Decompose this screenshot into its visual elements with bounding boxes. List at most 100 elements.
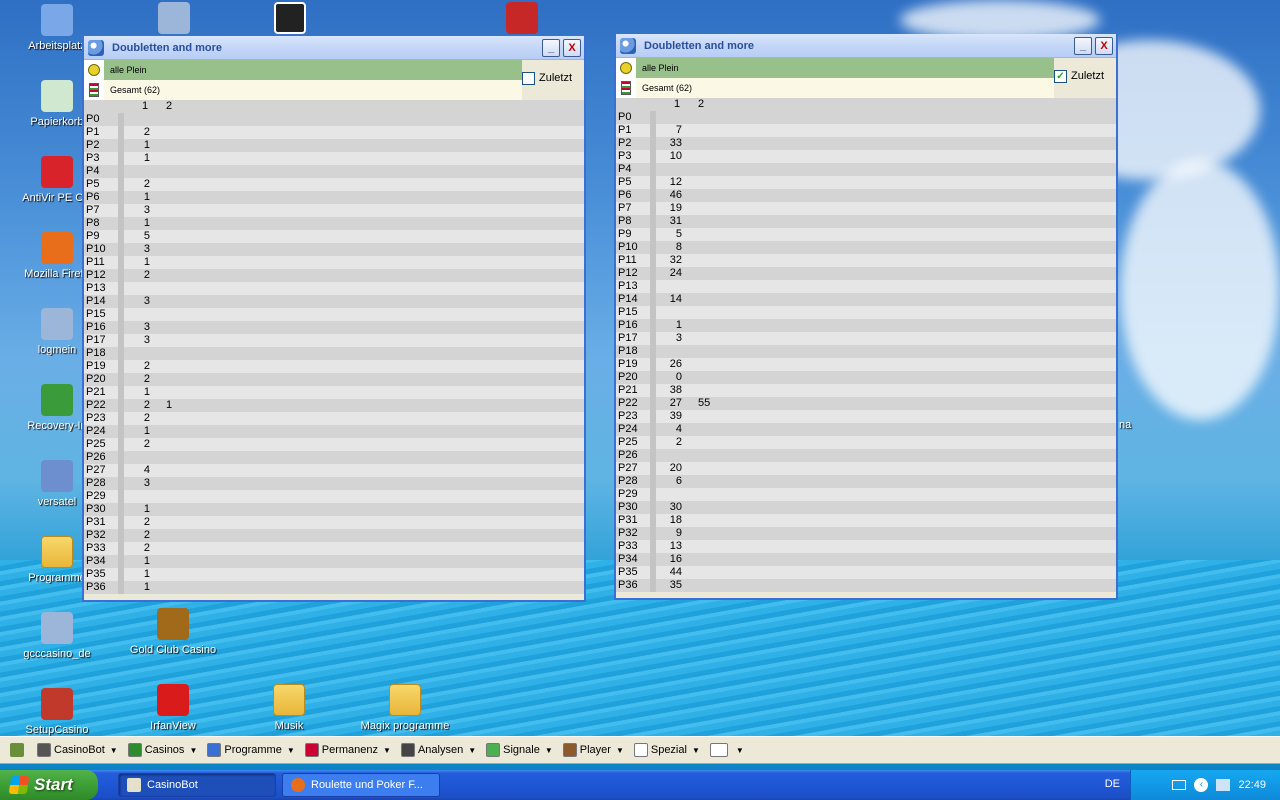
table-row[interactable]: P27 20 xyxy=(616,462,1116,475)
table-row[interactable]: P20 0 xyxy=(616,371,1116,384)
table-row[interactable]: P1 7 xyxy=(616,124,1116,137)
toolbar-grip-icon[interactable] xyxy=(6,739,31,761)
table-row[interactable]: P31 18 xyxy=(616,514,1116,527)
table-row[interactable]: P28 3 xyxy=(84,477,584,490)
table-row[interactable]: P22 2 1 xyxy=(84,399,584,412)
table-row[interactable]: P35 44 xyxy=(616,566,1116,579)
table-row[interactable]: P1 2 xyxy=(84,126,584,139)
table-row[interactable]: P2 1 xyxy=(84,139,584,152)
filter-row[interactable]: alle Plein xyxy=(84,60,522,80)
table-row[interactable]: P19 26 xyxy=(616,358,1116,371)
desktop-icon-network-shortcut[interactable] xyxy=(129,2,219,38)
table-row[interactable]: P21 38 xyxy=(616,384,1116,397)
table-row[interactable]: P14 14 xyxy=(616,293,1116,306)
table-row[interactable]: P17 3 xyxy=(616,332,1116,345)
table-row[interactable]: P12 2 xyxy=(84,269,584,282)
table-row[interactable]: P8 31 xyxy=(616,215,1116,228)
table-row[interactable]: P5 2 xyxy=(84,178,584,191)
menu-programme[interactable]: Programme ▼ xyxy=(203,739,298,761)
menu-casinos[interactable]: Casinos ▼ xyxy=(124,739,202,761)
window-titlebar[interactable]: Doubletten and more _ X xyxy=(616,34,1116,58)
checkbox-box[interactable] xyxy=(522,72,535,85)
table-row[interactable]: P24 4 xyxy=(616,423,1116,436)
table-row[interactable]: P0 xyxy=(616,111,1116,124)
filter-row[interactable]: alle Plein xyxy=(616,58,1054,78)
table-row[interactable]: P17 3 xyxy=(84,334,584,347)
network-icon[interactable] xyxy=(1216,779,1231,791)
table-row[interactable]: P32 9 xyxy=(616,527,1116,540)
table-row[interactable]: P26 xyxy=(84,451,584,464)
desktop-icon[interactable]: gcccasino_de xyxy=(12,612,102,660)
table-row[interactable]: P10 3 xyxy=(84,243,584,256)
table-row[interactable]: P25 2 xyxy=(84,438,584,451)
minimize-button[interactable]: _ xyxy=(542,38,560,57)
table-row[interactable]: P28 6 xyxy=(616,475,1116,488)
table-row[interactable]: P29 xyxy=(84,490,584,503)
menu-spezial[interactable]: Spezial ▼ xyxy=(630,739,704,761)
table-row[interactable]: P9 5 xyxy=(84,230,584,243)
table-row[interactable]: P24 1 xyxy=(84,425,584,438)
desktop-icon[interactable]: Magix programme xyxy=(360,684,450,732)
table-row[interactable]: P30 1 xyxy=(84,503,584,516)
table-row[interactable]: P5 12 xyxy=(616,176,1116,189)
table-row[interactable]: P6 46 xyxy=(616,189,1116,202)
table-row[interactable]: P18 xyxy=(616,345,1116,358)
table-row[interactable]: P0 xyxy=(84,113,584,126)
table-row[interactable]: P10 8 xyxy=(616,241,1116,254)
minimize-button[interactable]: _ xyxy=(1074,36,1092,55)
table-row[interactable]: P13 xyxy=(616,280,1116,293)
zuletzt-checkbox[interactable]: Zuletzt xyxy=(522,60,584,100)
table-row[interactable]: P15 xyxy=(84,308,584,321)
window-titlebar[interactable]: Doubletten and more _ X xyxy=(84,36,584,60)
table-row[interactable]: P33 2 xyxy=(84,542,584,555)
close-button[interactable]: X xyxy=(563,38,581,57)
table-row[interactable]: P26 xyxy=(616,449,1116,462)
menu-permanenz[interactable]: Permanenz ▼ xyxy=(301,739,395,761)
table-row[interactable]: P31 2 xyxy=(84,516,584,529)
desktop-icon[interactable]: Musik xyxy=(244,684,334,732)
menu-analysen[interactable]: Analysen ▼ xyxy=(397,739,480,761)
expand-tray-icon[interactable]: ‹ xyxy=(1194,778,1209,792)
table-row[interactable]: P11 1 xyxy=(84,256,584,269)
table-row[interactable]: P16 3 xyxy=(84,321,584,334)
table-row[interactable]: P30 30 xyxy=(616,501,1116,514)
table-row[interactable]: P16 1 xyxy=(616,319,1116,332)
menu-signale[interactable]: Signale ▼ xyxy=(482,739,557,761)
table-row[interactable]: P32 2 xyxy=(84,529,584,542)
table-row[interactable]: P3 1 xyxy=(84,152,584,165)
clock[interactable]: 22:49 xyxy=(1238,779,1266,791)
desktop-icon-panda[interactable] xyxy=(245,2,335,38)
total-row[interactable]: Gesamt (62) xyxy=(84,80,522,100)
desktop-icon[interactable]: IrfanView xyxy=(128,684,218,732)
table-row[interactable]: P25 2 xyxy=(616,436,1116,449)
keyboard-icon[interactable] xyxy=(1172,780,1187,790)
language-indicator[interactable]: DE xyxy=(1105,778,1120,790)
table-row[interactable]: P9 5 xyxy=(616,228,1116,241)
checkbox-box[interactable]: ✓ xyxy=(1054,70,1067,83)
menu-casinobot[interactable]: CasinoBot ▼ xyxy=(33,739,122,761)
table-row[interactable]: P23 39 xyxy=(616,410,1116,423)
desktop-icon[interactable]: Gold Club Casino xyxy=(128,608,218,656)
table-row[interactable]: P3 10 xyxy=(616,150,1116,163)
table-row[interactable]: P27 4 xyxy=(84,464,584,477)
table-row[interactable]: P13 xyxy=(84,282,584,295)
close-button[interactable]: X xyxy=(1095,36,1113,55)
zuletzt-checkbox[interactable]: ✓ Zuletzt xyxy=(1054,58,1116,98)
table-row[interactable]: P35 1 xyxy=(84,568,584,581)
table-row[interactable]: P29 xyxy=(616,488,1116,501)
table-row[interactable]: P23 2 xyxy=(84,412,584,425)
table-row[interactable]: P2 33 xyxy=(616,137,1116,150)
table-row[interactable]: P11 32 xyxy=(616,254,1116,267)
table-row[interactable]: P18 xyxy=(84,347,584,360)
table-row[interactable]: P15 xyxy=(616,306,1116,319)
table-row[interactable]: P12 24 xyxy=(616,267,1116,280)
taskbar-button-firefox[interactable]: Roulette und Poker F... xyxy=(282,773,440,797)
table-row[interactable]: P7 19 xyxy=(616,202,1116,215)
table-row[interactable]: P6 1 xyxy=(84,191,584,204)
table-row[interactable]: P7 3 xyxy=(84,204,584,217)
menu-player[interactable]: Player ▼ xyxy=(559,739,628,761)
total-row[interactable]: Gesamt (62) xyxy=(616,78,1054,98)
table-row[interactable]: P36 35 xyxy=(616,579,1116,592)
table-row[interactable]: P4 xyxy=(84,165,584,178)
table-row[interactable]: P22 27 55 xyxy=(616,397,1116,410)
